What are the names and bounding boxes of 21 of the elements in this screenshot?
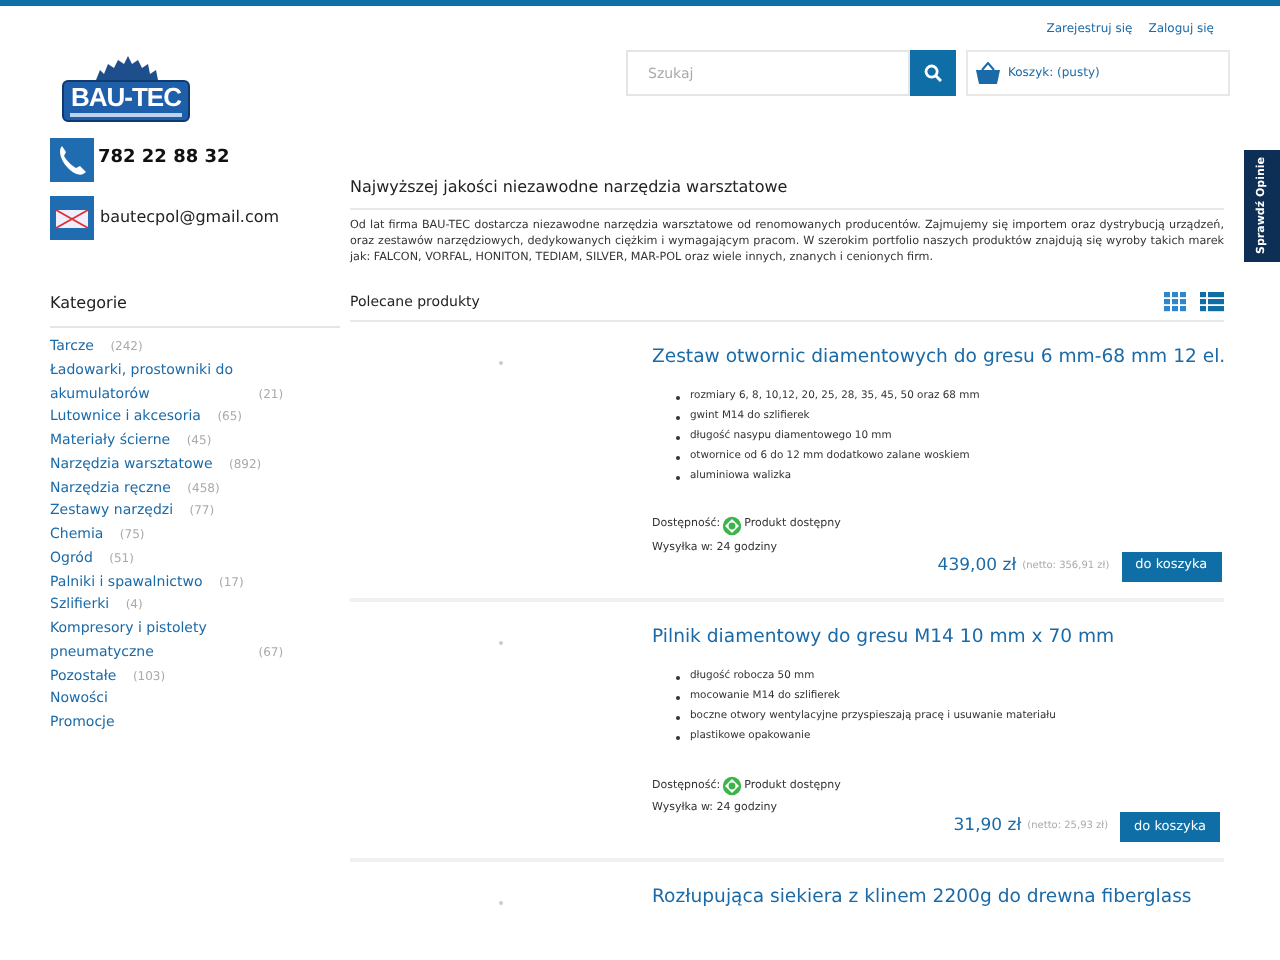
saw-blade-icon: [92, 56, 160, 80]
recycle-icon: [722, 775, 743, 796]
email-address: bautecpol@gmail.com: [100, 206, 280, 230]
product-title[interactable]: Rozłupująca siekiera z klinem 2200g do drewna fiberglass: [652, 884, 1224, 912]
basket-icon: [976, 62, 1000, 84]
intro-heading: Najwyższej jakości niezawodne narzędzia warsztatowe: [350, 176, 1224, 210]
search-icon: [924, 64, 942, 82]
product-price: 31,90 zł: [953, 814, 1022, 840]
logo-stripe: [70, 112, 182, 118]
list-view-icon[interactable]: [1200, 292, 1224, 313]
product-title[interactable]: Zestaw otwornic diamentowych do gresu 6 mm-68 mm 12 el.: [652, 343, 1226, 371]
phone-icon: [50, 138, 94, 182]
product-title[interactable]: Pilnik diamentowy do gresu M14 10 mm x 70 mm: [652, 623, 1224, 652]
product-price: 439,00 zł: [937, 553, 1017, 580]
search-button[interactable]: [910, 50, 956, 96]
recycle-icon: [722, 515, 743, 535]
sidebar-title: Kategorie: [50, 292, 340, 328]
logo-text: BAU-TEC: [71, 84, 181, 112]
phone-number: 782 22 88 32: [98, 146, 230, 173]
grid-view-icon[interactable]: [1164, 292, 1188, 313]
envelope-icon: [50, 196, 94, 240]
